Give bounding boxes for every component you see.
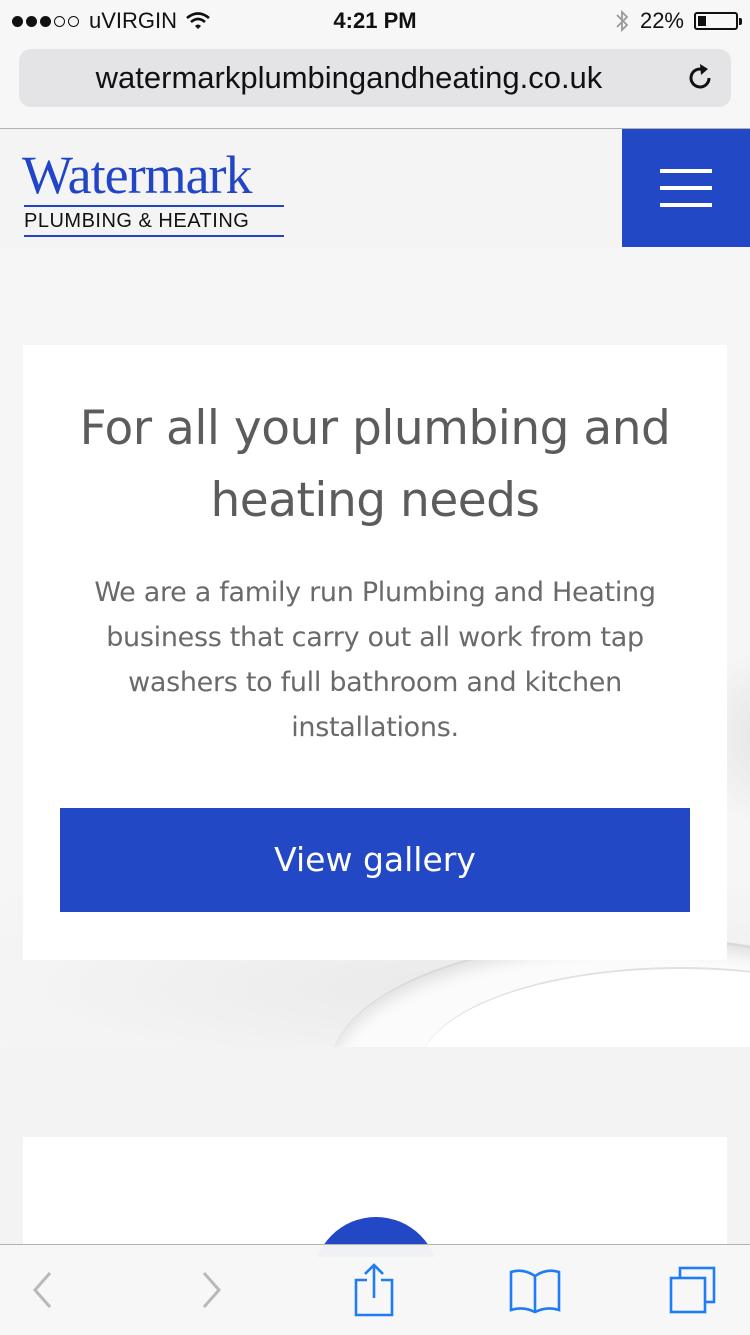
browser-address-area: watermarkplumbingandheating.co.uk xyxy=(0,40,750,129)
logo-name: Watermark xyxy=(22,145,253,205)
view-gallery-button[interactable]: View gallery xyxy=(60,808,690,912)
menu-button[interactable] xyxy=(622,129,750,247)
hero-section: For all your plumbing and heating needs … xyxy=(0,247,750,1047)
hero-title: For all your plumbing and heating needs xyxy=(79,401,671,528)
share-button[interactable] xyxy=(334,1245,414,1335)
battery-icon xyxy=(694,12,742,30)
logo-divider xyxy=(24,205,284,207)
forward-icon xyxy=(202,1272,222,1308)
site-header: Watermark PLUMBING & HEATING xyxy=(0,129,750,247)
hero-description: We are a family run Plumbing and Heating… xyxy=(94,577,656,743)
bookmarks-button[interactable] xyxy=(495,1245,575,1335)
logo-tagline: PLUMBING & HEATING xyxy=(24,210,250,232)
site-logo[interactable]: Watermark PLUMBING & HEATING xyxy=(22,147,286,237)
browser-toolbar xyxy=(0,1244,750,1335)
url-text[interactable]: watermarkplumbingandheating.co.uk xyxy=(19,49,679,107)
bookmarks-icon xyxy=(509,1269,561,1314)
logo-underline xyxy=(24,235,284,237)
reload-icon[interactable] xyxy=(683,61,717,95)
battery-percentage: 22% xyxy=(639,8,684,33)
hero-card: For all your plumbing and heating needs … xyxy=(23,345,727,960)
tabs-icon xyxy=(669,1266,716,1314)
status-bar: uVIRGIN 4:21 PM 22% xyxy=(0,0,750,40)
back-button[interactable] xyxy=(3,1245,83,1335)
forward-button[interactable] xyxy=(171,1245,251,1335)
tabs-button[interactable] xyxy=(653,1245,733,1335)
services-card xyxy=(23,1137,727,1257)
bluetooth-icon xyxy=(616,9,629,33)
share-icon xyxy=(354,1263,394,1317)
address-bar[interactable]: watermarkplumbingandheating.co.uk xyxy=(19,49,731,107)
back-icon xyxy=(32,1272,52,1308)
status-right: 22% xyxy=(614,8,742,34)
